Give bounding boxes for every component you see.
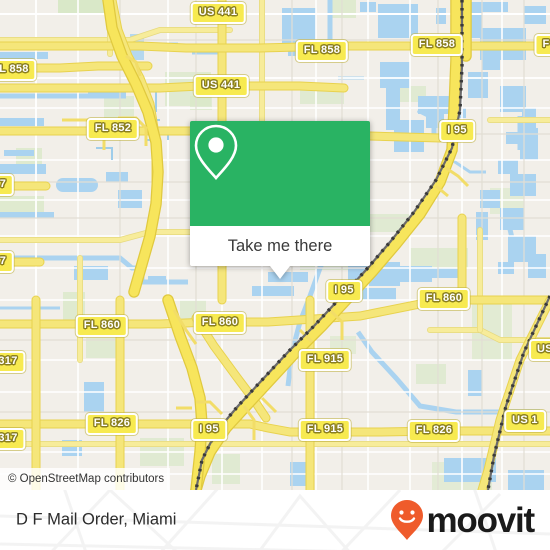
map-pin-icon: [194, 124, 238, 180]
moovit-map-screenshot: .wtr{fill:#aad3f0;} .wline{stroke:#aad3f…: [0, 0, 550, 550]
road-shield-label: FL 826: [407, 420, 461, 442]
road-shield-label: FL 915: [298, 419, 352, 441]
road-shield-label: FL 915: [298, 349, 352, 371]
road-shield-label: 317: [0, 351, 26, 373]
road-shield-label: L 858: [0, 59, 37, 81]
moovit-smiley-pin-icon: [391, 500, 424, 540]
road-shield-label: FL 858: [295, 40, 349, 62]
moovit-wordmark: moovit: [426, 500, 535, 540]
road-shield-label: FL 860: [193, 312, 247, 334]
popup-image-area: [190, 121, 370, 226]
road-shield-label: I 95: [326, 280, 362, 302]
road-shield-label: 317: [0, 428, 26, 450]
road-shield-label: FL 826: [85, 413, 139, 435]
map-attribution[interactable]: © OpenStreetMap contributors: [0, 468, 171, 490]
road-shield-label: 7: [0, 251, 15, 273]
road-shield-label: FL 860: [417, 288, 471, 310]
location-popup-card[interactable]: Take me there: [190, 121, 370, 279]
road-shield-label: F: [534, 34, 550, 56]
map-canvas[interactable]: .wtr{fill:#aad3f0;} .wline{stroke:#aad3f…: [0, 0, 550, 490]
road-shield-label: I 95: [191, 419, 227, 441]
take-me-there-button[interactable]: Take me there: [190, 226, 370, 266]
road-shield-label: I 95: [439, 120, 475, 142]
location-title: D F Mail Order, Miami: [16, 510, 177, 529]
road-shield-label: FL 852: [86, 118, 140, 140]
road-shield-label: 7: [0, 174, 15, 196]
road-shield-label: FL 858: [410, 34, 464, 56]
moovit-brand-logo[interactable]: moovit: [390, 499, 535, 541]
footer-bar: D F Mail Order, Miami moovit: [0, 490, 550, 550]
road-shield-label: US: [529, 339, 550, 361]
road-shield-label: FL 860: [75, 315, 129, 337]
road-shield-label: US 441: [190, 2, 246, 24]
road-shield-label: US 441: [193, 75, 249, 97]
road-shield-label: US 1: [504, 410, 546, 432]
popup-tail: [270, 266, 290, 279]
